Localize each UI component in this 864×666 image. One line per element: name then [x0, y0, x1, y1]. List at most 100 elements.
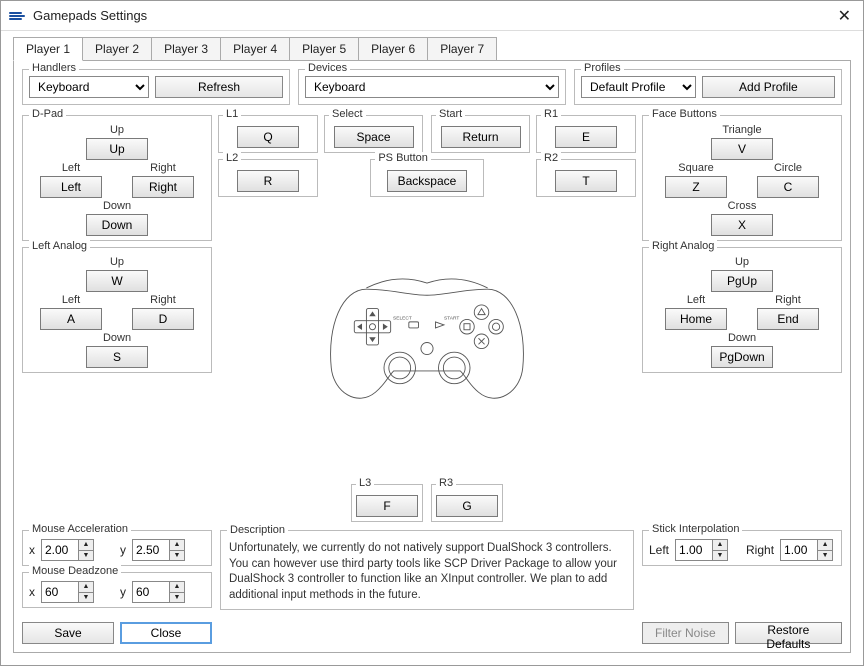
dpad-up-button[interactable]: Up — [86, 138, 148, 160]
mouse-dead-y-input[interactable] — [133, 582, 169, 602]
right-analog-label: Right Analog — [649, 240, 717, 252]
restore-defaults-button[interactable]: Restore Defaults — [735, 622, 842, 644]
spin-down-icon[interactable]: ▼ — [170, 593, 184, 603]
left-analog-label: Left Analog — [29, 240, 90, 252]
handlers-combo[interactable]: Keyboard — [29, 76, 149, 98]
r3-button[interactable]: G — [436, 495, 498, 517]
spin-down-icon[interactable]: ▼ — [170, 551, 184, 561]
stick-interp-group: Stick Interpolation Left ▲▼ Right — [642, 530, 842, 566]
tab-pane: Handlers Keyboard Refresh Devices Keyboa… — [13, 60, 851, 653]
r1-label: R1 — [541, 108, 561, 120]
mouse-accel-x-input[interactable] — [42, 540, 78, 560]
lanalog-down-button[interactable]: S — [86, 346, 148, 368]
psbutton-button[interactable]: Backspace — [387, 170, 467, 192]
select-button[interactable]: Space — [334, 126, 414, 148]
close-button[interactable]: Close — [120, 622, 212, 644]
ranalog-right-button[interactable]: End — [757, 308, 819, 330]
mouse-accel-x-spin[interactable]: ▲▼ — [41, 539, 94, 561]
spin-up-icon[interactable]: ▲ — [170, 540, 184, 551]
tab-player-5[interactable]: Player 5 — [289, 37, 359, 61]
stick-interp-left-spin[interactable]: ▲▼ — [675, 539, 728, 561]
controller-svg-icon: SELECT START — [324, 271, 530, 410]
ranalog-left-button[interactable]: Home — [665, 308, 727, 330]
window-close-button[interactable]: ✕ — [834, 6, 855, 26]
stick-interp-left-input[interactable] — [676, 540, 712, 560]
l1-group: L1 Q — [218, 115, 318, 153]
filter-noise-button[interactable]: Filter Noise — [642, 622, 729, 644]
mouse-accel-y-spin[interactable]: ▲▼ — [132, 539, 185, 561]
spin-up-icon[interactable]: ▲ — [818, 540, 832, 551]
spin-up-icon[interactable]: ▲ — [713, 540, 727, 551]
r1-button[interactable]: E — [555, 126, 617, 148]
mouse-dead-x-input[interactable] — [42, 582, 78, 602]
ranalog-down-button[interactable]: PgDown — [711, 346, 773, 368]
tab-player-3[interactable]: Player 3 — [151, 37, 221, 61]
start-label: Start — [436, 108, 465, 120]
l2-label: L2 — [223, 152, 241, 164]
svg-text:SELECT: SELECT — [393, 315, 412, 321]
titlebar: Gamepads Settings ✕ — [1, 1, 863, 31]
tab-player-7[interactable]: Player 7 — [427, 37, 497, 61]
window-title: Gamepads Settings — [33, 8, 834, 23]
devices-combo[interactable]: Keyboard — [305, 76, 559, 98]
spin-down-icon[interactable]: ▼ — [79, 593, 93, 603]
devices-group: Devices Keyboard — [298, 69, 566, 105]
r3-group: R3 G — [431, 484, 503, 522]
controller-diagram: SELECT START — [324, 203, 530, 478]
add-profile-button[interactable]: Add Profile — [702, 76, 835, 98]
handlers-group: Handlers Keyboard Refresh — [22, 69, 290, 105]
stick-interp-right-input[interactable] — [781, 540, 817, 560]
mouse-deadzone-group: Mouse Deadzone x ▲▼ y ▲▼ — [22, 572, 212, 608]
r2-group: R2 T — [536, 159, 636, 197]
triangle-button[interactable]: V — [711, 138, 773, 160]
spin-up-icon[interactable]: ▲ — [79, 582, 93, 593]
tab-player-4[interactable]: Player 4 — [220, 37, 290, 61]
refresh-button[interactable]: Refresh — [155, 76, 283, 98]
l3-button[interactable]: F — [356, 495, 418, 517]
spin-down-icon[interactable]: ▼ — [713, 551, 727, 561]
spin-up-icon[interactable]: ▲ — [170, 582, 184, 593]
stick-interp-label: Stick Interpolation — [649, 523, 742, 535]
dpad-down-button[interactable]: Down — [86, 214, 148, 236]
l1-button[interactable]: Q — [237, 126, 299, 148]
lanalog-left-button[interactable]: A — [40, 308, 102, 330]
tab-player-1[interactable]: Player 1 — [13, 37, 83, 61]
l1-label: L1 — [223, 108, 241, 120]
stick-interp-right-spin[interactable]: ▲▼ — [780, 539, 833, 561]
left-analog-group: Left Analog Up W Left A Right D Down — [22, 247, 212, 373]
mouse-dead-y-spin[interactable]: ▲▼ — [132, 581, 185, 603]
app-logo-icon — [9, 9, 25, 23]
l3-group: L3 F — [351, 484, 423, 522]
start-group: Start Return — [431, 115, 530, 153]
lanalog-right-button[interactable]: D — [132, 308, 194, 330]
spin-down-icon[interactable]: ▼ — [79, 551, 93, 561]
spin-up-icon[interactable]: ▲ — [79, 540, 93, 551]
description-text: Unfortunately, we currently do not nativ… — [229, 541, 625, 603]
mouse-accel-y-input[interactable] — [133, 540, 169, 560]
dpad-label: D-Pad — [29, 108, 66, 120]
dpad-right-button[interactable]: Right — [132, 176, 194, 198]
mouse-dead-x-spin[interactable]: ▲▼ — [41, 581, 94, 603]
save-button[interactable]: Save — [22, 622, 114, 644]
start-button[interactable]: Return — [441, 126, 521, 148]
dpad-left-button[interactable]: Left — [40, 176, 102, 198]
tab-player-6[interactable]: Player 6 — [358, 37, 428, 61]
profiles-combo[interactable]: Default Profile — [581, 76, 696, 98]
lanalog-up-button[interactable]: W — [86, 270, 148, 292]
l2-button[interactable]: R — [237, 170, 299, 192]
svg-text:START: START — [444, 315, 459, 321]
r2-button[interactable]: T — [555, 170, 617, 192]
square-button[interactable]: Z — [665, 176, 727, 198]
ranalog-up-button[interactable]: PgUp — [711, 270, 773, 292]
handlers-label: Handlers — [29, 62, 79, 74]
face-label: Face Buttons — [649, 108, 720, 120]
l2-group: L2 R — [218, 159, 318, 197]
tab-player-2[interactable]: Player 2 — [82, 37, 152, 61]
spin-down-icon[interactable]: ▼ — [818, 551, 832, 561]
dpad-group: D-Pad Up Up Left Left Right Right Down — [22, 115, 212, 241]
circle-button[interactable]: C — [757, 176, 819, 198]
l3-label: L3 — [356, 477, 374, 489]
cross-button[interactable]: X — [711, 214, 773, 236]
gamepad-settings-window: Gamepads Settings ✕ Player 1 Player 2 Pl… — [0, 0, 864, 666]
select-group: Select Space — [324, 115, 423, 153]
